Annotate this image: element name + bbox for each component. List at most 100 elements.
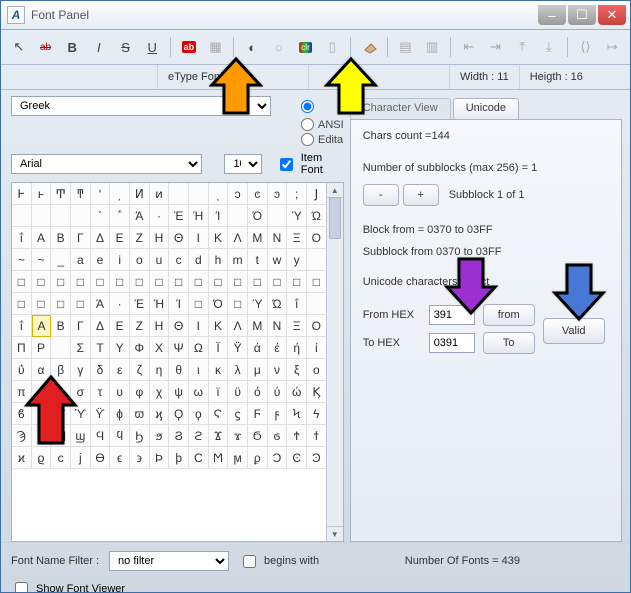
from-button[interactable]: from	[483, 304, 535, 326]
char-cell[interactable]: ϱ	[32, 447, 52, 469]
char-cell[interactable]: Ϝ	[248, 403, 268, 425]
char-cell[interactable]: ϶	[130, 447, 150, 469]
char-cell[interactable]: ΐ	[287, 293, 307, 315]
char-cell[interactable]: Δ	[91, 315, 111, 337]
char-cell[interactable]: Ο	[307, 227, 327, 249]
ab-highlight-icon[interactable]: ab	[177, 35, 201, 59]
char-cell[interactable]: Κ	[209, 315, 229, 337]
char-cell[interactable]: Τ	[91, 337, 111, 359]
char-cell[interactable]: ͳ	[71, 183, 91, 205]
char-cell[interactable]: χ	[150, 381, 170, 403]
char-cell[interactable]: Ξ	[287, 315, 307, 337]
char-cell[interactable]: □	[12, 271, 32, 293]
char-cell[interactable]: Ή	[189, 205, 209, 227]
char-cell[interactable]: ;	[287, 183, 307, 205]
underline-icon[interactable]: U	[140, 35, 164, 59]
char-cell[interactable]: ΰ	[12, 359, 32, 381]
char-cell[interactable]: □	[130, 271, 150, 293]
grid-scrollbar[interactable]: ▲ ▼	[326, 183, 343, 541]
char-cell[interactable]: □	[51, 293, 71, 315]
close-button[interactable]: ✕	[598, 5, 626, 25]
char-cell[interactable]: ͽ	[268, 183, 288, 205]
char-cell[interactable]: □	[268, 271, 288, 293]
scroll-down-icon[interactable]: ▼	[327, 526, 343, 541]
char-cell[interactable]: δ	[91, 359, 111, 381]
char-cell[interactable]: π	[12, 381, 32, 403]
char-cell[interactable]: ·	[110, 293, 130, 315]
char-cell[interactable]: ώ	[287, 381, 307, 403]
char-cell[interactable]: Ί	[209, 205, 229, 227]
char-cell[interactable]	[189, 183, 209, 205]
char-cell[interactable]: ί	[307, 337, 327, 359]
char-cell[interactable]: Θ	[169, 315, 189, 337]
char-cell[interactable]: Ψ	[169, 337, 189, 359]
char-cell[interactable]: Ϟ	[287, 403, 307, 425]
char-cell[interactable]: Ζ	[130, 315, 150, 337]
char-cell[interactable]: θ	[169, 359, 189, 381]
char-cell[interactable]	[307, 249, 327, 271]
arrow-icon[interactable]: ↖	[7, 35, 31, 59]
char-cell[interactable]: m	[228, 249, 248, 271]
char-cell[interactable]	[268, 205, 288, 227]
char-cell[interactable]: □	[287, 271, 307, 293]
grid-icon[interactable]: ▦	[204, 35, 228, 59]
scroll-up-icon[interactable]: ▲	[327, 183, 343, 198]
char-cell[interactable]: □	[189, 271, 209, 293]
char-grid[interactable]: ͰͱͲͳʹ͵Ͷͷͺͻͼͽ;Ϳ΄΅Ά·ΈΉΊΌΎΏΐΑΒΓΔΕΖΗΘΙΚΛΜΝΞΟ…	[11, 182, 344, 542]
to-hex-input[interactable]	[429, 333, 475, 353]
char-cell[interactable]: ι	[189, 359, 209, 381]
char-cell[interactable]: Ϭ	[248, 425, 268, 447]
char-cell[interactable]: ψ	[169, 381, 189, 403]
char-cell[interactable]: ά	[248, 337, 268, 359]
char-cell[interactable]: □	[248, 271, 268, 293]
char-cell[interactable]: □	[228, 293, 248, 315]
char-cell[interactable]: c	[169, 249, 189, 271]
char-cell[interactable]: ϧ	[150, 425, 170, 447]
from-hex-input[interactable]	[429, 305, 475, 325]
char-cell[interactable]: ·	[150, 205, 170, 227]
bold-icon[interactable]: B	[60, 35, 84, 59]
char-cell[interactable]: Λ	[228, 315, 248, 337]
char-cell[interactable]: Ͷ	[130, 183, 150, 205]
char-cell[interactable]: Ϣ	[51, 425, 71, 447]
char-cell[interactable]: o	[130, 249, 150, 271]
char-cell[interactable]: Υ	[110, 337, 130, 359]
char-cell[interactable]: □	[51, 271, 71, 293]
strike-s-icon[interactable]: S	[114, 35, 138, 59]
char-cell[interactable]: Ϯ	[287, 425, 307, 447]
char-cell[interactable]: ϋ	[228, 381, 248, 403]
maximize-button[interactable]: ☐	[568, 5, 596, 25]
char-cell[interactable]: ͵	[110, 183, 130, 205]
item-font-checkbox[interactable]: Item Font	[276, 152, 344, 176]
char-cell[interactable]: Ω	[189, 337, 209, 359]
char-cell[interactable]: ϕ	[110, 403, 130, 425]
char-cell[interactable]: ϳ	[71, 447, 91, 469]
char-cell[interactable]: ϔ	[91, 403, 111, 425]
char-cell[interactable]: Σ	[71, 337, 91, 359]
char-cell[interactable]: ο	[307, 359, 327, 381]
begins-with-checkbox[interactable]: begins with	[239, 552, 319, 571]
char-cell[interactable]: Ͼ	[287, 447, 307, 469]
char-cell[interactable]: Ϳ	[307, 183, 327, 205]
char-cell[interactable]: ͻ	[228, 183, 248, 205]
char-cell[interactable]: w	[268, 249, 288, 271]
char-cell[interactable]: Β	[51, 315, 71, 337]
char-cell[interactable]	[71, 205, 91, 227]
arrow-down-icon[interactable]: ⤓	[537, 35, 561, 59]
char-cell[interactable]: Ϙ	[169, 403, 189, 425]
char-cell[interactable]: Λ	[228, 227, 248, 249]
char-cell[interactable]: Θ	[169, 227, 189, 249]
char-cell[interactable]	[307, 293, 327, 315]
char-cell[interactable]: Ζ	[130, 227, 150, 249]
char-cell[interactable]: e	[91, 249, 111, 271]
char-cell[interactable]: □	[71, 293, 91, 315]
char-cell[interactable]: _	[51, 249, 71, 271]
char-cell[interactable]: Ϡ	[12, 425, 32, 447]
radio-option-1[interactable]	[301, 100, 318, 113]
char-cell[interactable]: Ϻ	[209, 447, 229, 469]
char-cell[interactable]: ~	[32, 249, 52, 271]
stop-icon[interactable]: ○	[267, 35, 291, 59]
char-cell[interactable]: ϴ	[91, 447, 111, 469]
char-cell[interactable]: Μ	[248, 227, 268, 249]
char-cell[interactable]: Κ	[209, 227, 229, 249]
